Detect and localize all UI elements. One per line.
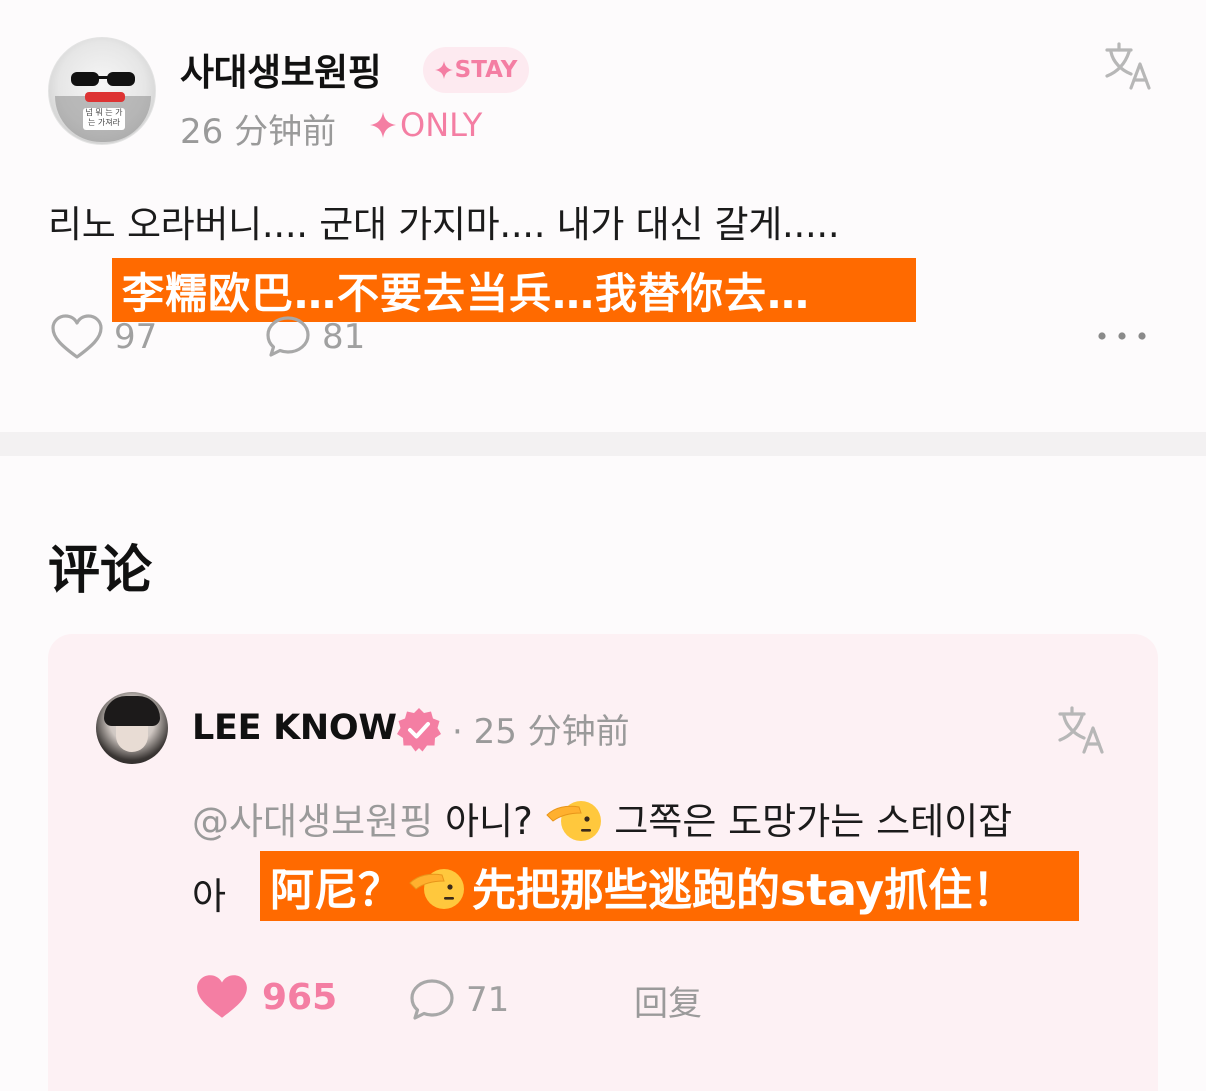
comment-like-button[interactable]: 965: [194, 972, 337, 1022]
avatar-tag: 넘 뭐 는 가는 가져라: [83, 108, 125, 130]
heart-icon: [51, 314, 103, 359]
post-author-avatar[interactable]: 넘 뭐 는 가는 가져라: [48, 37, 156, 145]
comment-author-name[interactable]: LEE KNOW: [192, 708, 397, 748]
comments-title: 评论: [48, 541, 153, 601]
post-comment-count: 81: [322, 317, 366, 357]
comment-text-line2: 아: [192, 875, 227, 918]
comment-like-count: 965: [262, 976, 338, 1018]
comment-text-part1: 아니?: [433, 800, 545, 843]
post-translation-caption: 李糯欧巴…不要去当兵…我替你去…: [112, 258, 916, 322]
caption-part-after: 先把那些逃跑的stay抓住！: [472, 865, 1017, 916]
comment-translation-caption: 阿尼？ 先把那些逃跑的stay抓住！: [260, 851, 1079, 921]
sparkle-icon: [370, 112, 396, 138]
stay-badge-label: STAY: [454, 57, 518, 83]
saluting-face-emoji: [545, 801, 601, 841]
post-like-button[interactable]: 97: [50, 313, 157, 361]
comment-text-line1: @사대생보원핑 아니? 그쪽은 도망가는 스테이잡: [192, 791, 1012, 845]
sparkle-icon: [434, 61, 453, 79]
caption-part-before: 阿尼？: [270, 865, 402, 916]
comment-replies-count: 71: [466, 980, 510, 1020]
translate-icon[interactable]: [1056, 706, 1106, 756]
sunglasses-graphic: [71, 72, 135, 86]
only-badge: ONLY: [370, 106, 482, 144]
post-like-count: 97: [114, 317, 158, 357]
saluting-face-emoji: [409, 869, 464, 909]
comment-replies-button[interactable]: 71: [408, 976, 509, 1024]
translate-icon[interactable]: [1103, 42, 1153, 92]
more-icon[interactable]: [1096, 326, 1148, 346]
comment-bubble-icon: [266, 316, 310, 357]
heart-icon: [197, 975, 247, 1018]
post-comment-button[interactable]: 81: [264, 313, 365, 361]
section-divider: [0, 432, 1206, 456]
comment-text-part2: 그쪽은 도망가는 스테이잡: [602, 800, 1013, 843]
reply-button[interactable]: 回复: [634, 976, 702, 1025]
post-author-name[interactable]: 사대생보원핑: [180, 42, 382, 96]
only-badge-label: ONLY: [400, 106, 483, 144]
post-text: 리노 오라버니.... 군대 가지마.... 내가 대신 갈게.....: [48, 203, 840, 246]
comment-bubble-icon: [410, 979, 454, 1020]
comment-author-avatar[interactable]: [96, 692, 168, 764]
post-timestamp: 26 分钟前: [180, 112, 337, 152]
stay-badge: STAY: [423, 47, 529, 93]
comment-timestamp: · 25 分钟前: [452, 712, 630, 752]
verified-badge-icon: [397, 708, 441, 752]
comment-mention[interactable]: @사대생보원핑: [192, 791, 433, 845]
